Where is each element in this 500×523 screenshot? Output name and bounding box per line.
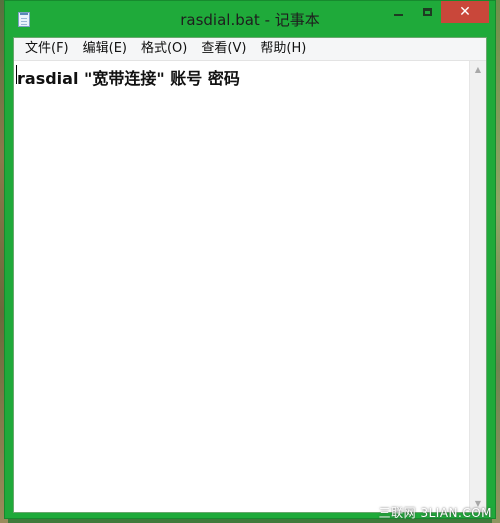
minimize-button[interactable]: [384, 1, 413, 23]
close-button[interactable]: ✕: [441, 1, 489, 23]
maximize-icon: [422, 8, 432, 16]
client-area: 文件(F) 编辑(E) 格式(O) 查看(V) 帮助(H) rasdial "宽…: [13, 37, 487, 513]
minimize-icon: [394, 14, 403, 16]
menu-file[interactable]: 文件(F): [14, 39, 76, 59]
editor-content: rasdial "宽带连接" 账号 密码: [17, 69, 240, 88]
text-editor[interactable]: rasdial "宽带连接" 账号 密码: [14, 61, 469, 512]
close-icon: ✕: [459, 4, 471, 20]
menu-edit[interactable]: 编辑(E): [76, 39, 134, 59]
vertical-scrollbar[interactable]: ▲ ▼: [469, 61, 486, 512]
menu-format[interactable]: 格式(O): [134, 39, 194, 59]
notepad-window: rasdial.bat - 记事本 ✕ 文件(F) 编辑(E) 格式(O) 查看…: [4, 0, 496, 519]
title-bar[interactable]: rasdial.bat - 记事本 ✕: [5, 1, 495, 37]
maximize-button[interactable]: [413, 1, 441, 23]
scroll-up-icon[interactable]: ▲: [470, 61, 486, 78]
menu-view[interactable]: 查看(V): [194, 39, 253, 59]
menu-help[interactable]: 帮助(H): [253, 39, 313, 59]
watermark-logo: 三联网 3LIAN.COM: [378, 506, 492, 520]
menu-bar: 文件(F) 编辑(E) 格式(O) 查看(V) 帮助(H): [14, 38, 486, 61]
